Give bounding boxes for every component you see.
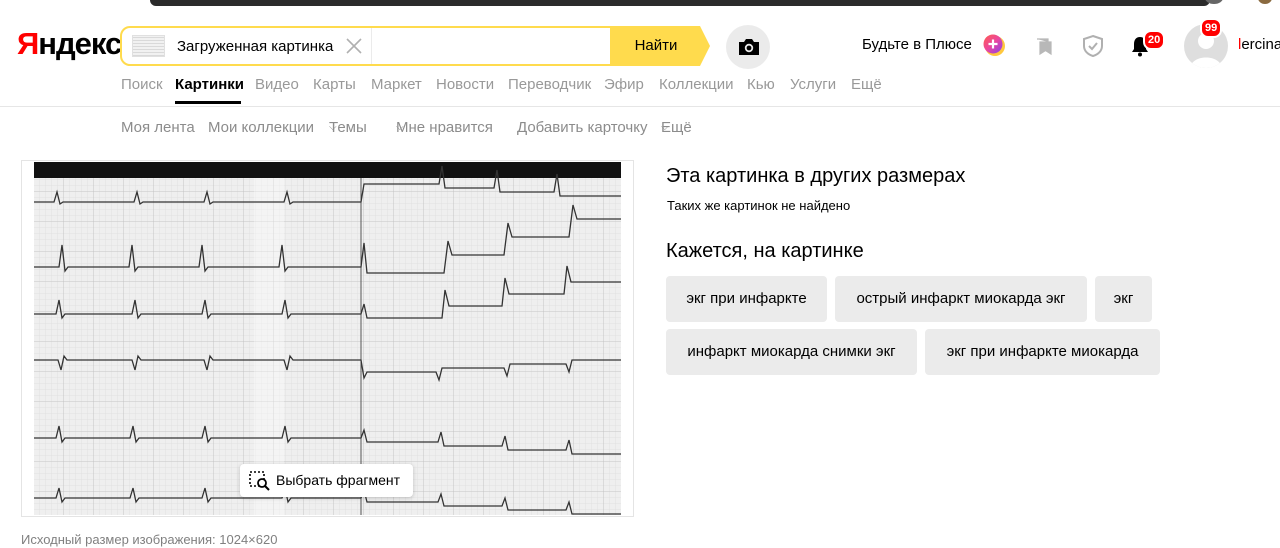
browser-top-strip (0, 0, 1280, 8)
nav-item-maps[interactable]: Карты (313, 76, 356, 94)
chevron-down-icon: ⌵ (329, 122, 337, 133)
camera-icon (739, 39, 759, 55)
search-box[interactable]: Загруженная картинка (120, 26, 612, 66)
nav-item-market[interactable]: Маркет (371, 76, 422, 94)
subnav-add-card[interactable]: Добавить карточку (517, 119, 647, 137)
subnav-my-feed[interactable]: Моя лента (121, 119, 195, 137)
plus-promo-link[interactable]: Будьте в Плюсе (862, 36, 972, 54)
active-tab-underline (175, 101, 241, 104)
browser-profile[interactable] (1258, 0, 1272, 4)
not-found-text: Таких же картинок не найдено (667, 198, 851, 213)
tag-button[interactable]: острый инфаркт миокарда экг (835, 276, 1087, 322)
camera-search-button[interactable] (726, 25, 770, 69)
nav-item-images[interactable]: Картинки (175, 76, 244, 94)
chevron-down-icon: ⌵ (396, 122, 404, 133)
ecg-image (34, 162, 621, 515)
logo-first-letter: Я (17, 26, 39, 61)
username-rest: ercina (1241, 36, 1280, 53)
nav-item-news[interactable]: Новости (436, 76, 494, 94)
tag-button[interactable]: экг при инфаркте (666, 276, 827, 322)
tag-button[interactable]: инфаркт миокарда снимки экг (666, 329, 917, 375)
select-fragment-icon (249, 471, 270, 491)
yandex-logo[interactable]: Яндекс (17, 26, 122, 61)
tag-button[interactable]: экг при инфаркте миокарда (925, 329, 1160, 375)
nav-item-video[interactable]: Видео (255, 76, 299, 94)
shield-icon[interactable] (1080, 33, 1106, 59)
nav-item-services[interactable]: Услуги (790, 76, 836, 94)
other-sizes-title: Эта картинка в других размерах (666, 165, 966, 187)
username[interactable]: lercina (1238, 36, 1280, 54)
search-query-chip: Загруженная картинка (177, 38, 334, 55)
plus-icon[interactable] (982, 33, 1006, 57)
nav-item-q[interactable]: Кью (747, 76, 775, 94)
subnav-my-collections[interactable]: Мои коллекции (208, 119, 314, 137)
logo-rest: ндекс (38, 26, 122, 61)
chevron-down-icon: ⌵ (661, 122, 669, 133)
nav-item-more[interactable]: Ещё (851, 76, 882, 94)
subnav-likes-label: Мне нравится (396, 119, 493, 136)
tag-button[interactable]: экг (1095, 276, 1152, 322)
seems-on-image-title: Кажется, на картинке (666, 240, 864, 262)
browser-tab-bar (150, 0, 1210, 6)
uploaded-image-thumbnail (132, 35, 165, 57)
search-submit-button[interactable]: Найти (610, 26, 710, 66)
search-submit-label: Найти (634, 37, 678, 54)
collections-icon[interactable] (1031, 33, 1057, 59)
select-fragment-label: Выбрать фрагмент (276, 472, 401, 488)
select-fragment-button[interactable]: Выбрать фрагмент (240, 464, 413, 497)
close-icon[interactable] (342, 34, 366, 58)
notifications-count-badge: 20 (1143, 30, 1166, 50)
original-size-text: Исходный размер изображения: 1024×620 (21, 532, 278, 547)
nav-item-search[interactable]: Поиск (121, 76, 163, 94)
header-divider (0, 106, 1280, 107)
nav-item-efir[interactable]: Эфир (604, 76, 644, 94)
avatar-badge: 99 (1200, 18, 1223, 38)
search-separator (371, 28, 372, 64)
nav-item-collections[interactable]: Коллекции (659, 76, 734, 94)
nav-item-translator[interactable]: Переводчик (508, 76, 591, 94)
